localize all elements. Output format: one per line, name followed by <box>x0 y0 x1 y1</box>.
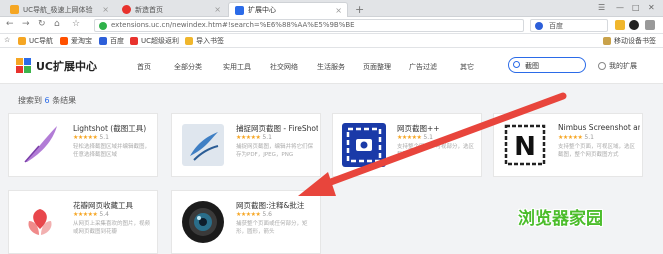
watermark-logo: 浏览器家园 <box>518 209 603 229</box>
